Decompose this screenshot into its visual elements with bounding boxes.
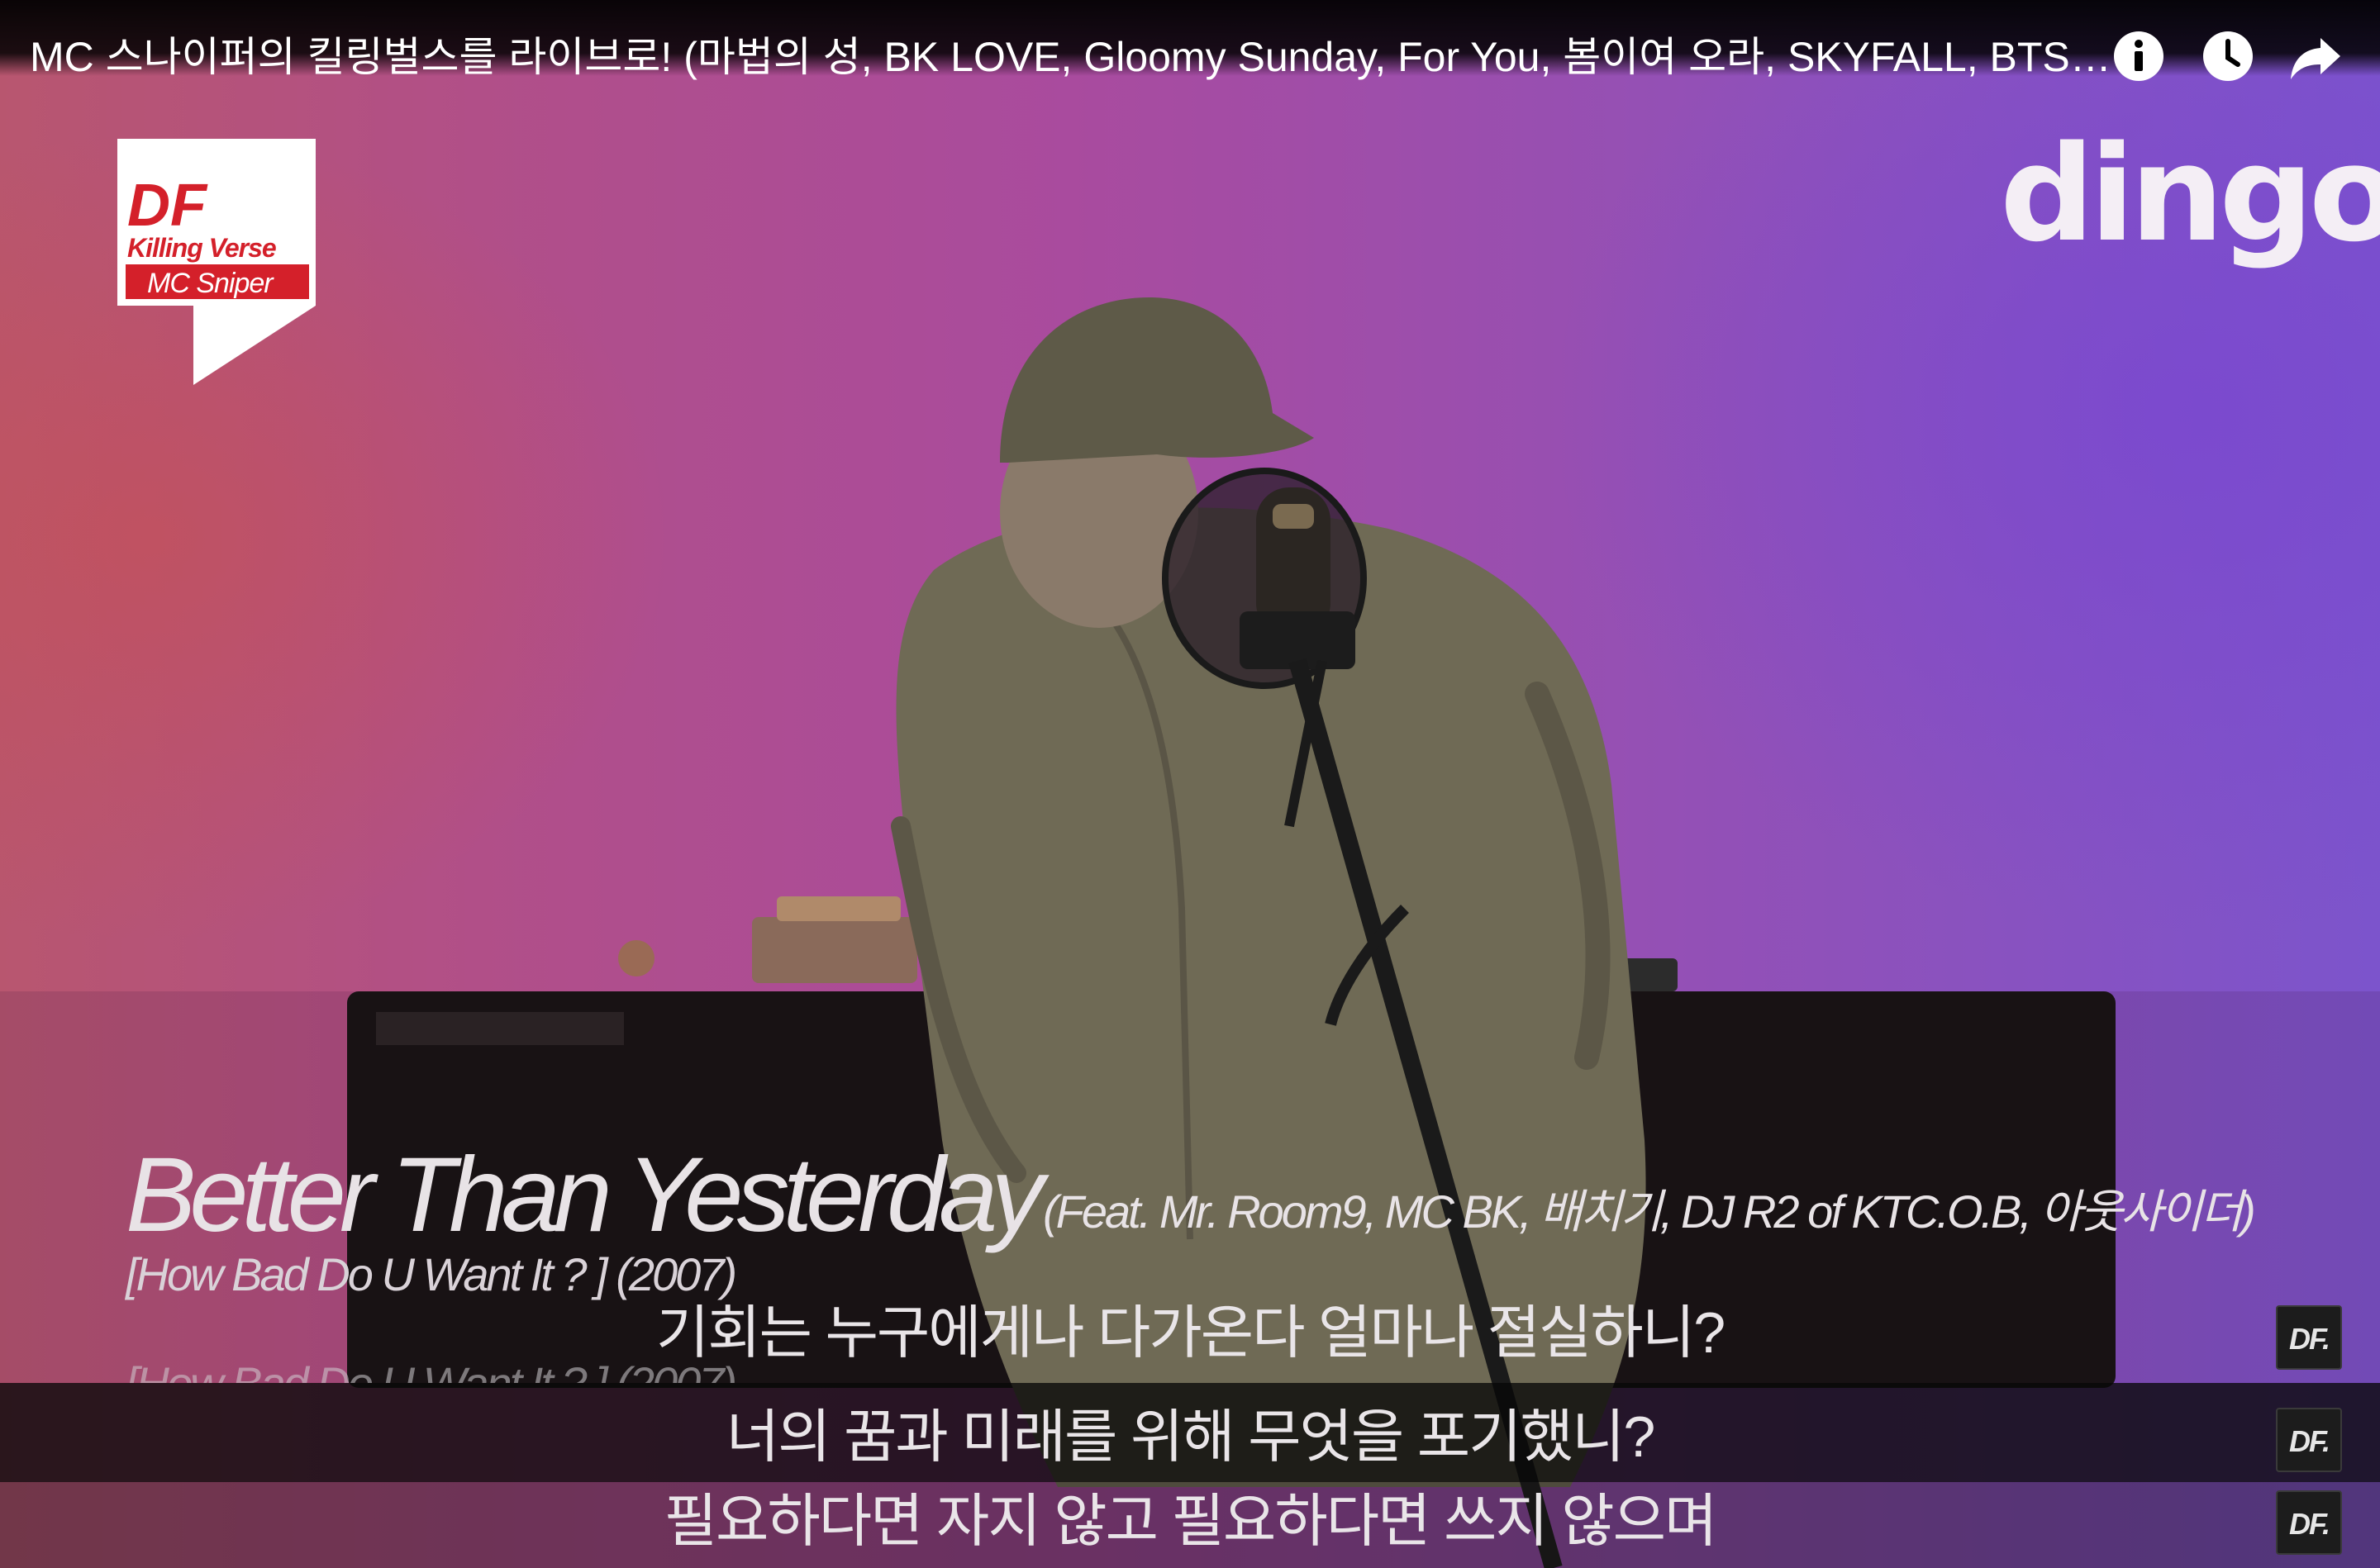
df-watermark-icon: DF. [2276,1305,2342,1370]
watch-later-icon[interactable] [2202,30,2254,83]
df-badge-artist: MC Sniper [147,268,274,299]
df-badge-line: Killing Verse [127,233,276,263]
dingo-logo: dingo [2000,116,2380,271]
df-watermark-icon: DF. [2276,1490,2342,1555]
video-player[interactable]: MC 스나이퍼의 킬링벌스를 라이브로! (마법의 성, BK LOVE, Gl… [0,0,2380,1568]
subtitle-line: 기회는 누구에게나 다가온다 얼마나 절실하니? [655,1300,1726,1365]
song-title: Better Than Yesterday [126,1136,1044,1254]
df-watermark-icon: DF. [2276,1408,2342,1472]
knob [618,940,654,976]
video-title[interactable]: MC 스나이퍼의 킬링벌스를 라이브로! (마법의 성, BK LOVE, Gl… [30,28,2112,86]
subtitle-line: 너의 꿈과 미래를 위해 무엇을 포기했니? [726,1404,1656,1469]
share-icon[interactable] [2289,30,2342,83]
turntable-deck [777,896,901,921]
turntable [752,917,917,983]
mic-shock-mount [1240,611,1355,669]
song-featuring: (Feat. Mr. Room9, MC BK, 배치기, DJ R2 of K… [1043,1186,2256,1238]
info-icon[interactable] [2112,30,2165,83]
subtitle-line: 필요하다면 자지 않고 필요하다면 쓰지 않으며 [664,1489,1718,1553]
mic-grille [1273,504,1314,529]
df-killing-verse-badge: DF Killing Verse MC Sniper [117,139,316,387]
df-badge-top: DF [127,173,208,239]
table-edge [376,1012,624,1045]
cap [1000,297,1314,463]
df-badge-shape: DF Killing Verse MC Sniper [117,139,316,385]
title-bar: MC 스나이퍼의 킬링벌스를 라이브로! (마법의 성, BK LOVE, Gl… [0,0,2380,81]
